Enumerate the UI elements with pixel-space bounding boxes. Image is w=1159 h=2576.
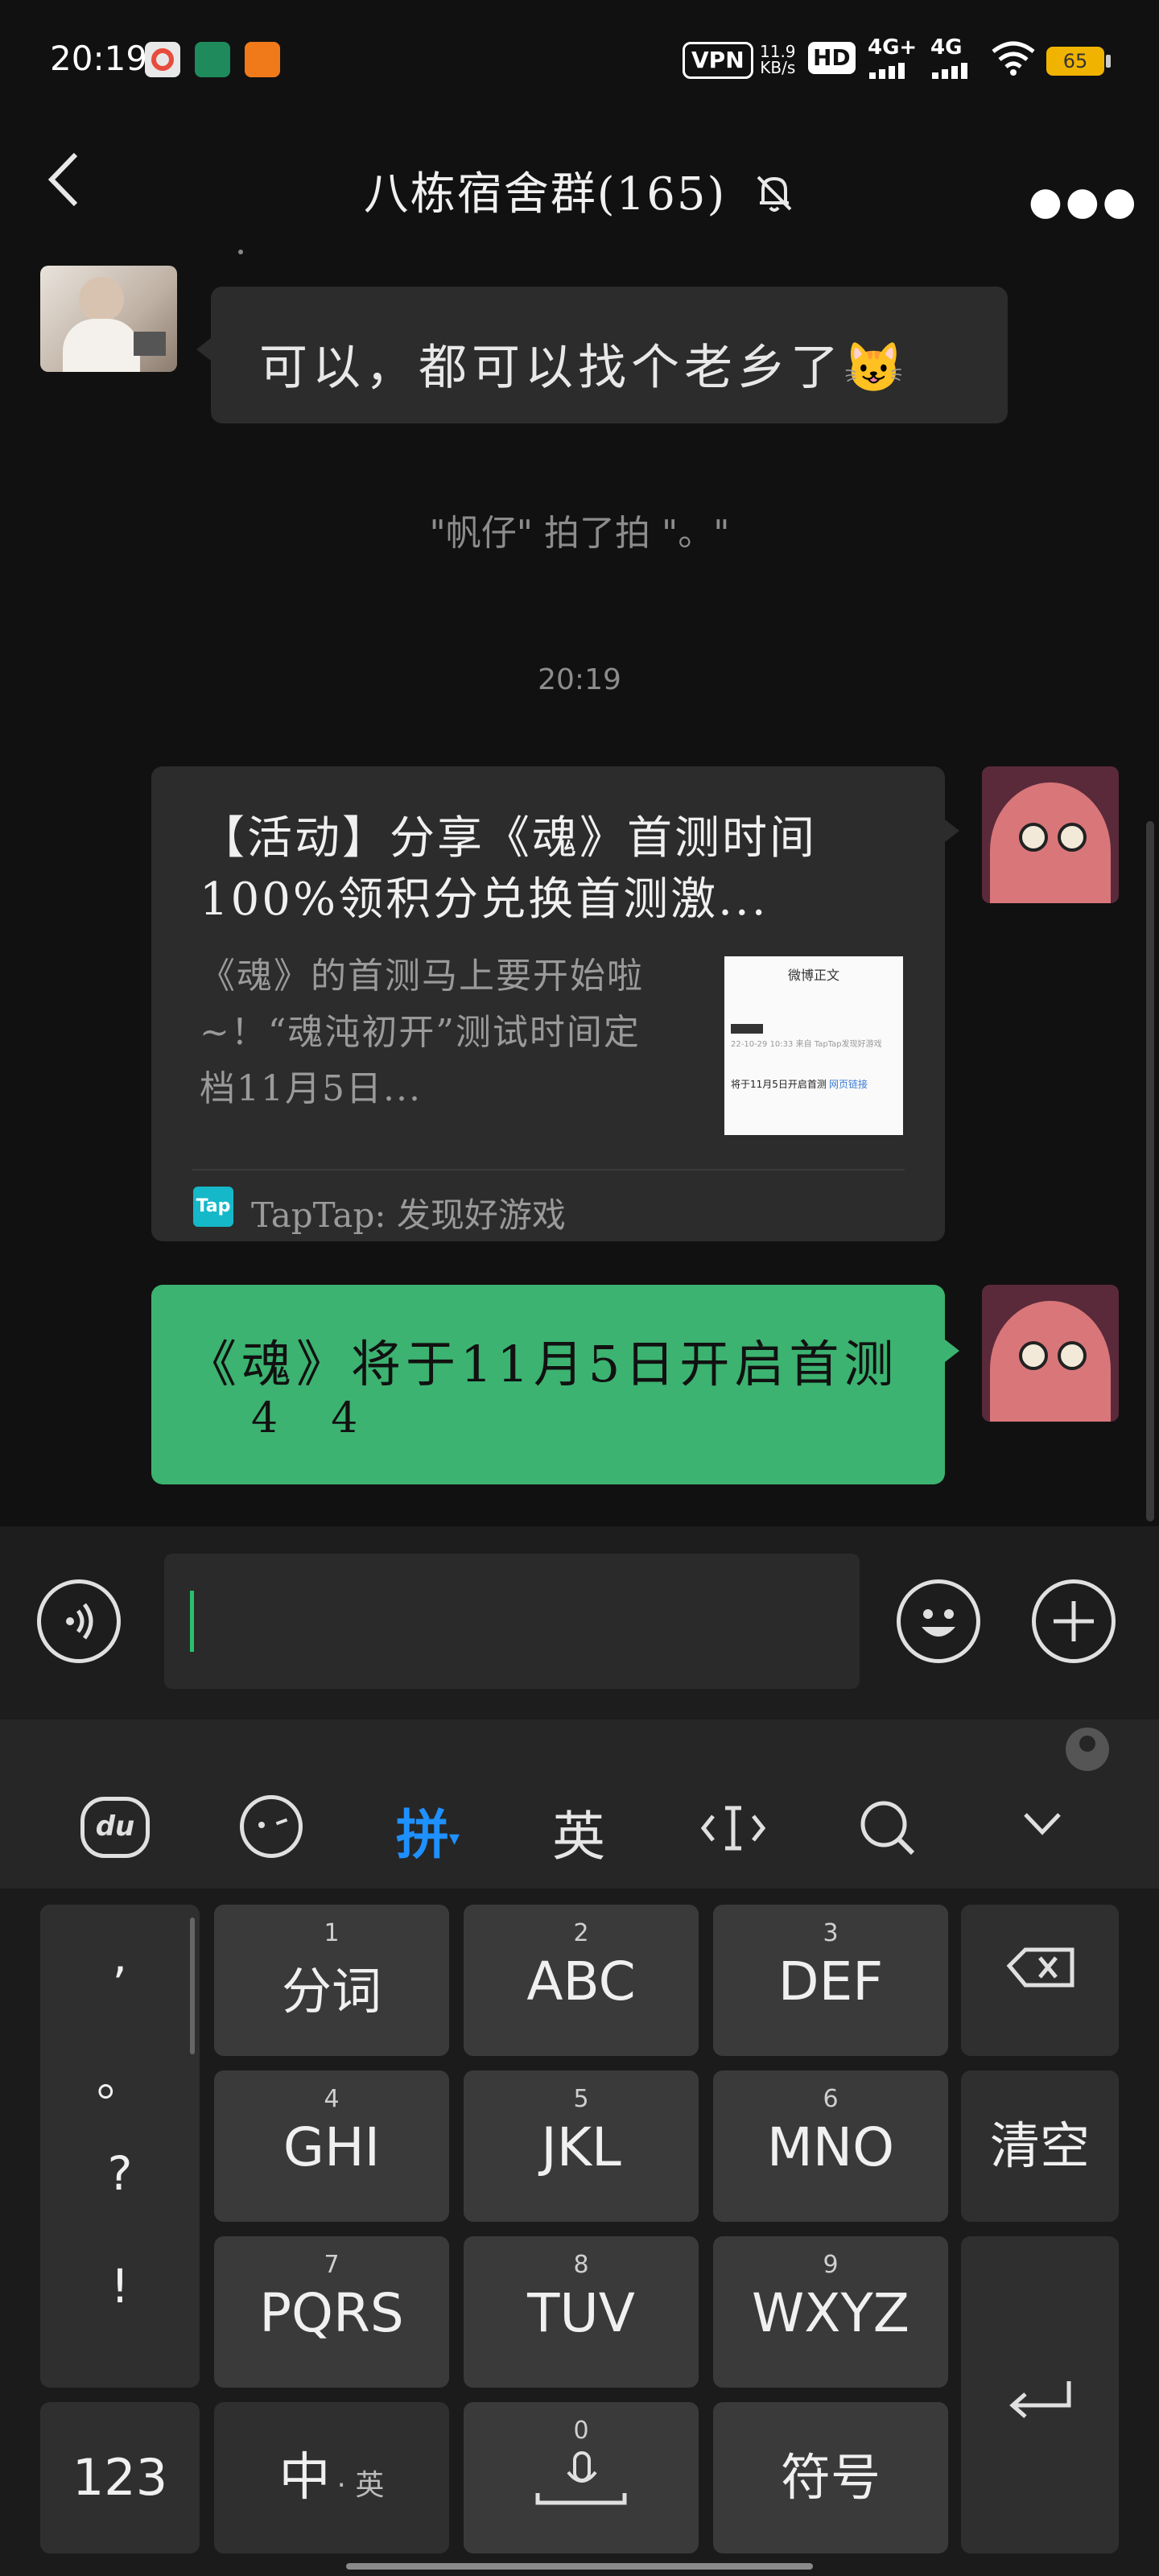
voice-icon [66,1603,93,1640]
key-4[interactable]: 4 GHI [214,2070,449,2222]
mic-space-icon [535,2451,627,2505]
punct-key[interactable]: , [40,1929,200,1984]
key-8[interactable]: 8 TUV [464,2236,699,2388]
avatar[interactable] [982,1285,1119,1422]
add-button[interactable] [1032,1579,1116,1663]
bubble-tail [945,1340,959,1362]
avatar[interactable] [40,266,177,372]
key-7[interactable]: 7 PQRS [214,2236,449,2388]
timestamp: 20:19 [538,663,621,696]
hd-icon: HD [808,42,856,74]
language-switch-key[interactable]: 中 · 英 [214,2402,449,2553]
key-3[interactable]: 3 DEF [713,1905,948,2056]
message-text: 可以，都可以找个老乡了😺 [259,340,909,396]
punctuation-column[interactable]: , 。 ? ! [40,1905,200,2388]
voice-input-button[interactable] [37,1579,121,1663]
link-card[interactable]: 【活动】分享《魂》首测时间100%领积分兑换首测激... 《魂》的首测马上要开始… [151,766,945,1241]
backspace-key[interactable] [961,1905,1119,2056]
english-mode-button[interactable]: 英 [552,1794,605,1871]
key-2[interactable]: 2 ABC [464,1905,699,2056]
signal-bars-icon [932,63,977,82]
system-message: "帆仔" 拍了拍 "。" [429,513,730,554]
baidu-paw-icon[interactable]: du [80,1797,150,1858]
message-input[interactable] [164,1554,860,1689]
key-9[interactable]: 9 WXYZ [713,2236,948,2388]
enter-icon [1009,2381,1071,2418]
avatar[interactable] [982,766,1119,903]
link-card-title: 【活动】分享《魂》首测时间100%领积分兑换首测激... [200,812,817,926]
bubble-tail [196,338,211,361]
message-bubble[interactable]: 可以，都可以找个老乡了😺 [211,287,1008,423]
app-notification-icon [145,42,180,77]
clear-key[interactable]: 清空 [961,2070,1119,2222]
link-card-source: TapTap: 发现好游戏 [251,1195,566,1235]
backspace-icon [1006,1947,1074,1988]
link-card-description: 《魂》的首测马上要开始啦~！“魂沌初开”测试时间定档11月5日... [200,956,644,1109]
taptap-logo-icon: Tap [193,1187,233,1227]
signal-4g-icon: 4G [930,35,963,60]
network-speed: 11.9 KB/s [760,42,796,77]
bubble-tail [945,819,959,842]
signal-bars-icon [869,63,914,82]
app-notification-icon [245,42,280,77]
emoticon-icon[interactable] [240,1795,303,1858]
plus-icon [1054,1601,1094,1641]
enter-key[interactable] [961,2236,1119,2553]
dot-marker [238,250,243,254]
emoji-button[interactable] [897,1579,980,1663]
page-title: 八栋宿舍群(165) [0,158,1159,223]
status-bar: 20:19 VPN 11.9 KB/s HD 4G+ 4G 65 [0,0,1159,121]
key-5[interactable]: 5 JKL [464,2070,699,2222]
space-key[interactable]: 0 [464,2402,699,2553]
battery-tip [1106,55,1111,68]
vpn-badge: VPN [683,42,753,79]
home-indicator[interactable] [346,2563,813,2570]
punct-key[interactable]: ! [40,2259,200,2314]
emoji-icon [922,1609,955,1637]
message-bubble-own[interactable]: 《魂》将于11月5日开启首测 4 4 [151,1285,945,1484]
app-notification-icon [195,42,230,77]
key-6[interactable]: 6 MNO [713,2070,948,2222]
mute-bell-icon [757,175,792,212]
message-text: 4 4 [251,1394,358,1443]
scrollbar[interactable] [1146,821,1154,1521]
cursor-move-icon[interactable] [699,1800,768,1860]
message-text: 《魂》将于11月5日开启首测 [187,1335,899,1393]
pinyin-mode-button[interactable]: 拼▾ [396,1792,460,1869]
numeric-key[interactable]: 123 [40,2402,200,2553]
search-icon[interactable] [856,1797,918,1861]
status-time: 20:19 [50,39,148,78]
battery-icon: 65 [1046,47,1104,76]
key-1[interactable]: 1 分词 [214,1905,449,2056]
symbols-key[interactable]: 符号 [713,2402,948,2553]
collapse-keyboard-icon[interactable] [1022,1810,1062,1842]
link-card-thumbnail: 微博正文 22-10-29 10:33 来自 TapTap发现好游戏 将于11月… [724,956,903,1135]
signal-4gplus-icon: 4G+ [868,35,918,60]
wifi-icon [992,40,1035,79]
punct-key[interactable]: ? [40,2146,200,2201]
card-divider [192,1169,905,1170]
punct-key[interactable]: 。 [40,2041,200,2109]
keyboard-lock-icon[interactable] [1066,1728,1109,1771]
more-options-button[interactable]: ●●● [1029,179,1140,224]
text-caret [190,1591,194,1652]
